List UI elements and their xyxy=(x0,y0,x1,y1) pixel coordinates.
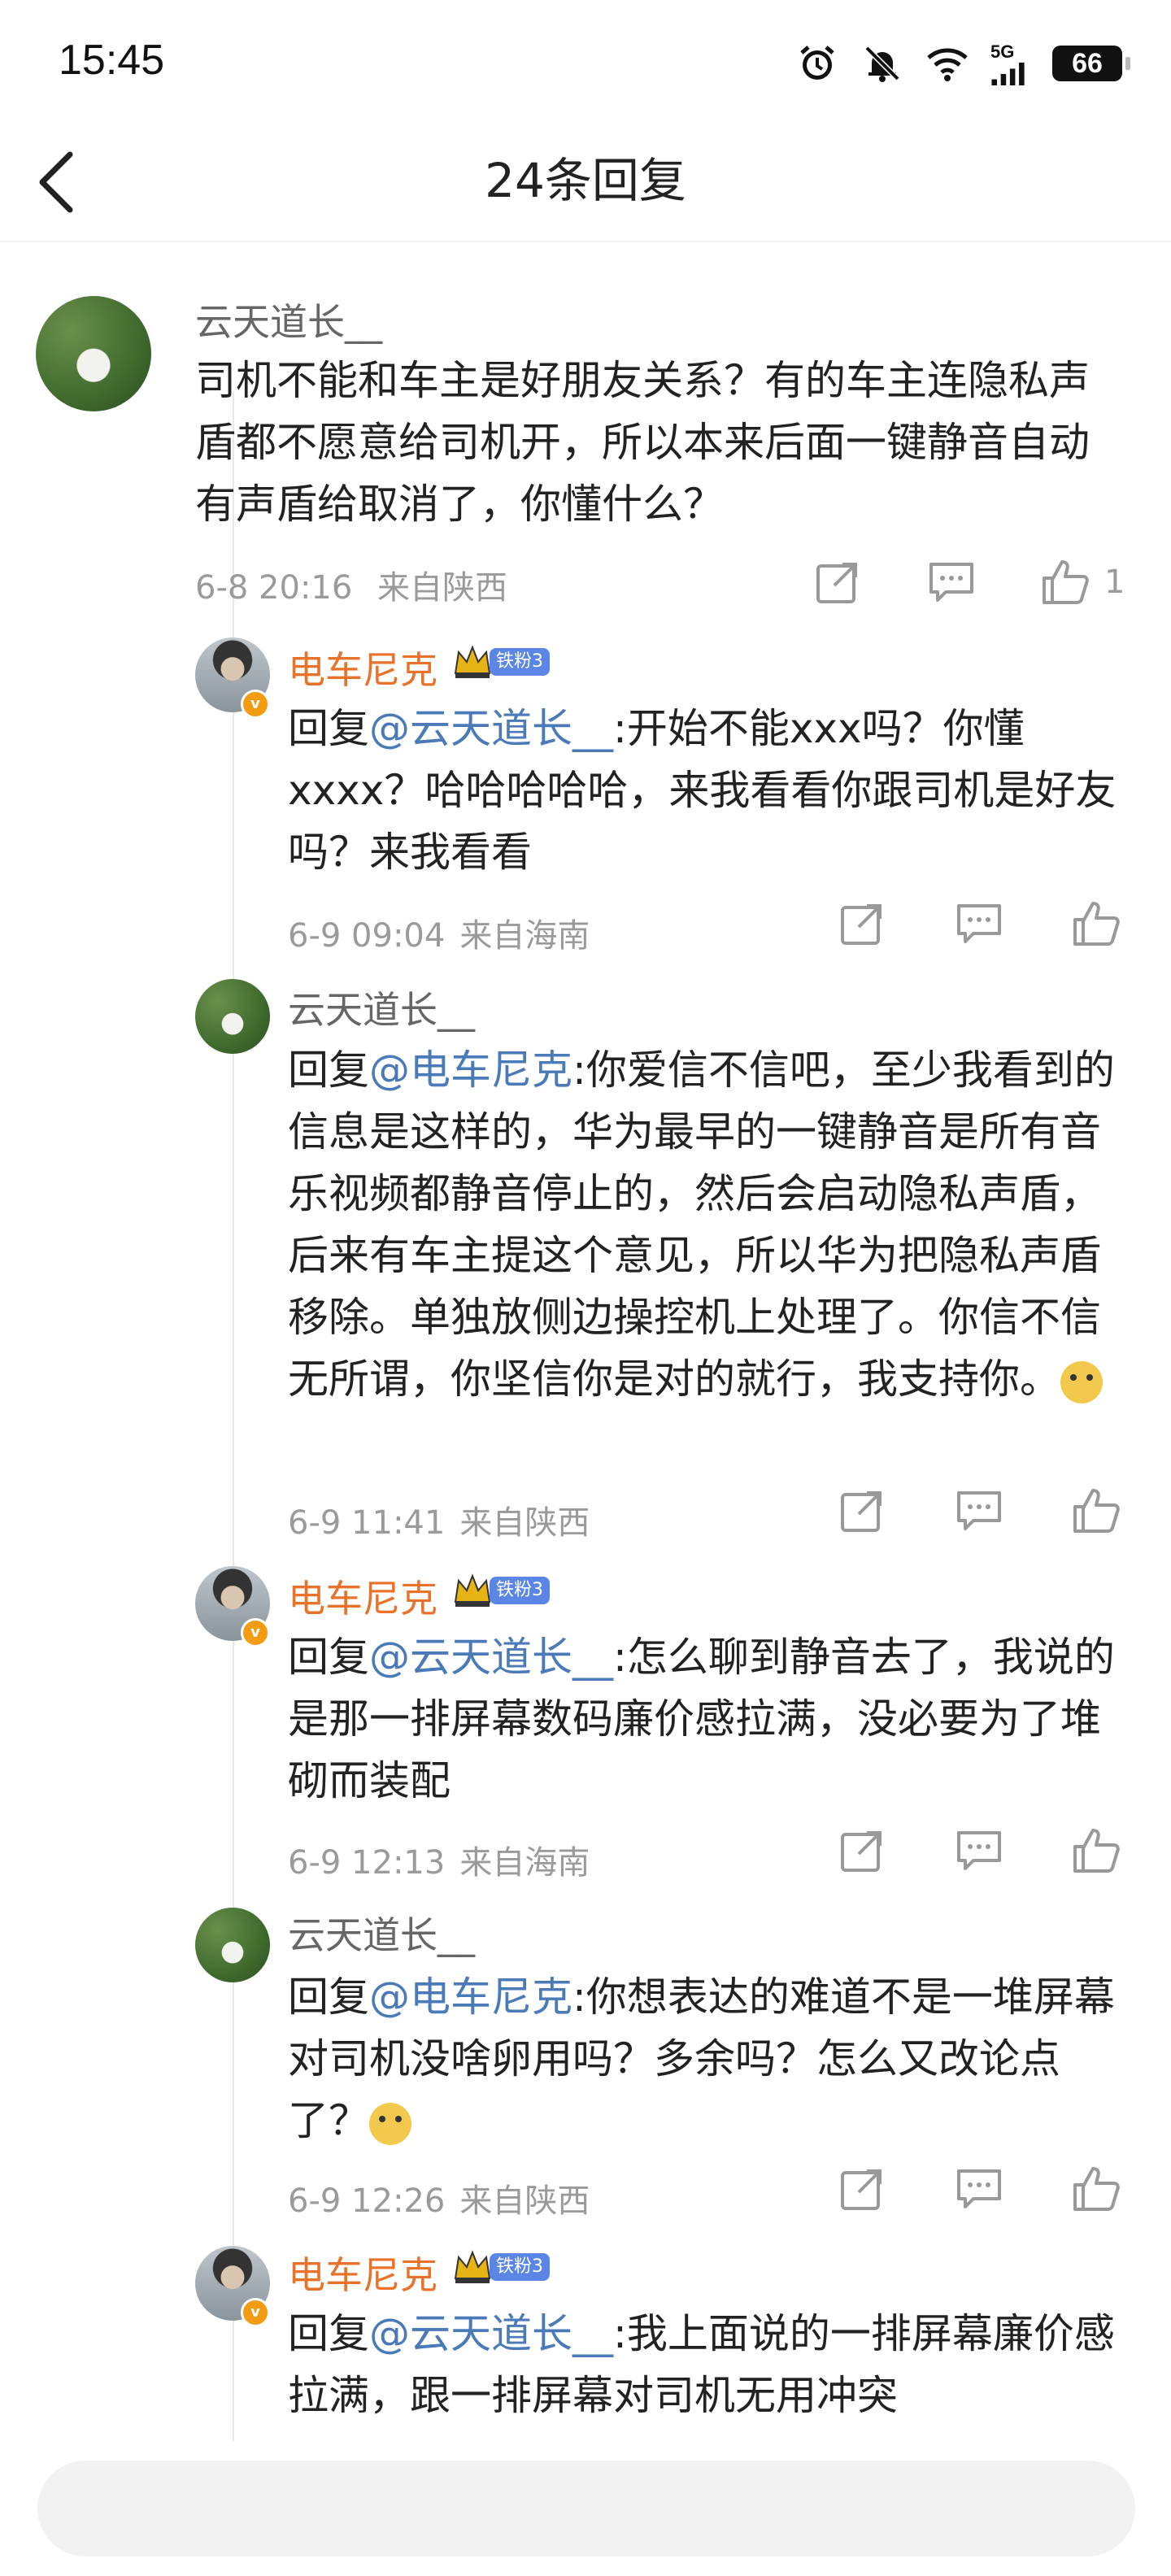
reply-author[interactable]: 电车尼克 xyxy=(288,2246,437,2300)
fan-badge: 铁粉3 xyxy=(452,2249,550,2285)
reply-input-bar[interactable] xyxy=(37,2461,1135,2556)
reply-item: v 电车尼克 铁粉3 回复@云天道长__:我上面说的一排屏幕廉价感拉满，跟一排屏… xyxy=(0,0,1171,2439)
reply-text: 回复@云天道长__:我上面说的一排屏幕廉价感拉满，跟一排屏幕对司机无用冲突 xyxy=(288,2310,1115,2419)
crown-icon xyxy=(454,2250,491,2283)
mention-link[interactable]: @云天道长__ xyxy=(369,2310,613,2357)
verified-badge: v xyxy=(241,2298,270,2327)
